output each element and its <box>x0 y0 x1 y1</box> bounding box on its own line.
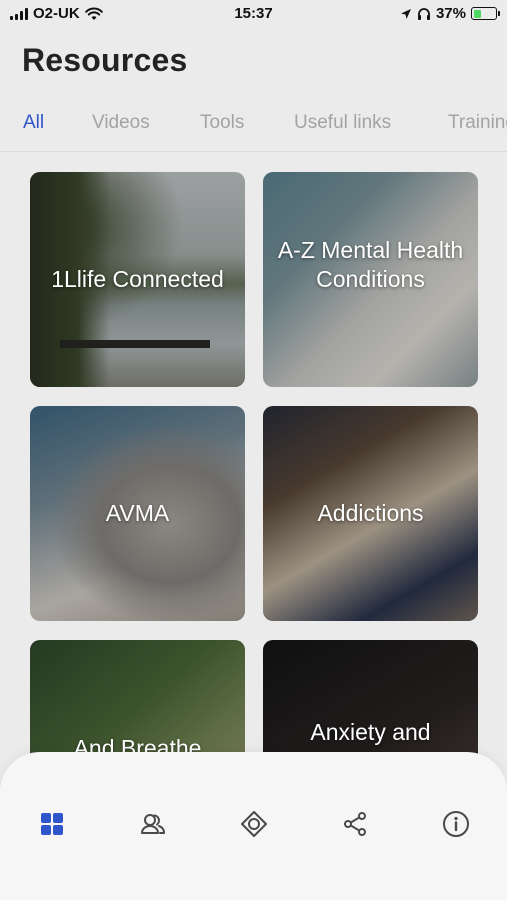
battery-icon <box>471 7 500 20</box>
nav-share[interactable] <box>341 810 369 838</box>
card-label: Anxiety and <box>310 719 431 745</box>
card-label: AVMA <box>105 500 170 526</box>
card-label: A-Z Mental Health Conditions <box>277 237 464 292</box>
card-label: 1Llife Connected <box>51 266 224 292</box>
category-tabs: All Videos Tools Useful links Training <box>0 104 507 152</box>
tab-useful-links[interactable]: Useful links <box>294 112 391 134</box>
nav-info[interactable] <box>442 810 470 838</box>
resource-card-a-z-mental-health[interactable]: A-Z Mental Health Conditions <box>263 172 478 387</box>
tab-training[interactable]: Training <box>448 112 507 134</box>
nav-dashboard[interactable] <box>38 810 66 838</box>
diamond-target-icon <box>241 811 267 837</box>
tab-all[interactable]: All <box>23 112 44 134</box>
status-right: 37% <box>400 5 500 22</box>
nav-people[interactable] <box>139 810 167 838</box>
nav-explore[interactable] <box>240 810 268 838</box>
dashboard-grid-icon <box>41 813 63 835</box>
info-icon <box>443 811 469 837</box>
resource-card-1life-connected[interactable]: 1Llife Connected <box>30 172 245 387</box>
status-bar: O2-UK 15:37 37% <box>0 0 507 30</box>
battery-level <box>473 9 482 18</box>
tab-tools[interactable]: Tools <box>200 112 244 134</box>
card-label: Addictions <box>317 500 424 526</box>
tab-videos[interactable]: Videos <box>92 112 150 134</box>
bottom-navigation <box>0 752 507 900</box>
resource-card-addictions[interactable]: Addictions <box>263 406 478 621</box>
share-icon <box>344 812 366 836</box>
people-icon <box>141 814 165 834</box>
page-title: Resources <box>22 42 188 78</box>
resource-card-avma[interactable]: AVMA <box>30 406 245 621</box>
headphones-icon <box>417 8 430 20</box>
battery-percent: 37% <box>435 5 466 22</box>
location-arrow-icon <box>400 8 411 19</box>
